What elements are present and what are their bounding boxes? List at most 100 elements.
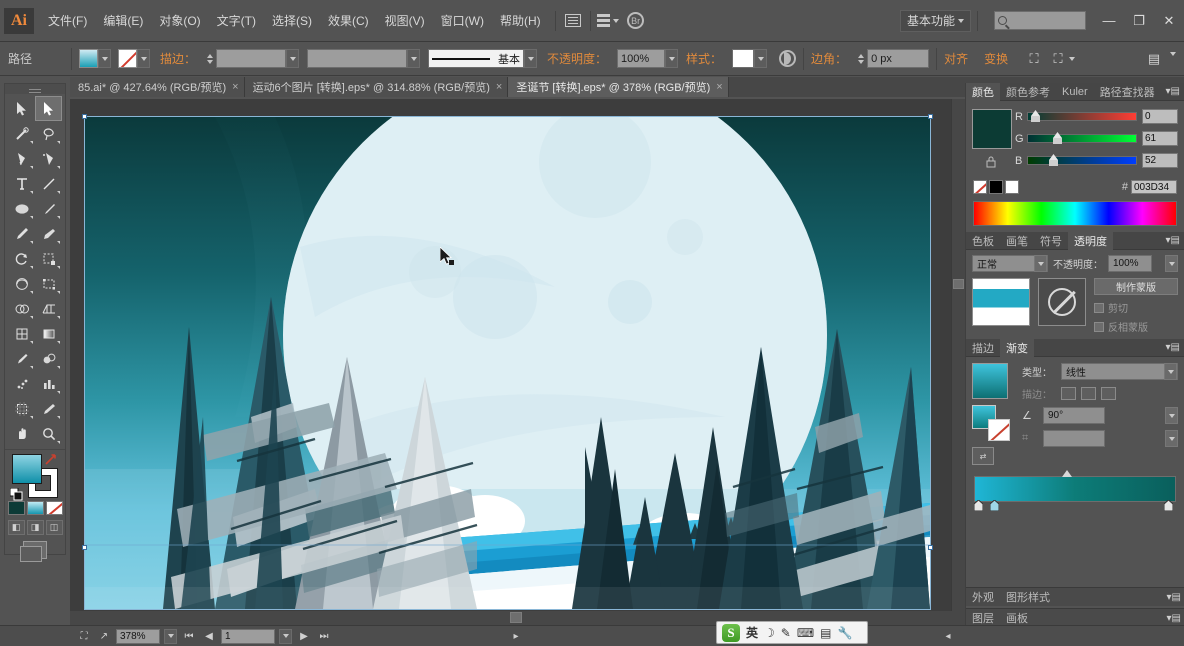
appearance-panel-menu-icon[interactable]: ▾▤ bbox=[1167, 592, 1181, 603]
draw-behind-icon[interactable]: ◨ bbox=[26, 520, 44, 535]
ime-mode-toggle[interactable]: 英 bbox=[746, 624, 758, 641]
selection-tool[interactable] bbox=[8, 96, 35, 121]
blend-mode-dropdown-icon[interactable] bbox=[1034, 255, 1047, 272]
corner-field[interactable]: 0 px bbox=[867, 49, 930, 68]
tab-close-icon[interactable]: × bbox=[716, 81, 722, 93]
menu-window[interactable]: 窗口(W) bbox=[433, 8, 492, 33]
status-collapse-icon[interactable]: ◂ bbox=[940, 629, 956, 644]
gradient-type-dropdown-icon[interactable] bbox=[1164, 363, 1177, 380]
canvas-area[interactable] bbox=[70, 99, 954, 627]
hand-tool[interactable] bbox=[8, 421, 35, 446]
channel-value-r[interactable]: 0 bbox=[1142, 109, 1178, 124]
tab-appearance[interactable]: 外观 bbox=[966, 588, 1000, 606]
transparency-opacity-dropdown-icon[interactable] bbox=[1165, 255, 1178, 272]
ellipse-tool[interactable] bbox=[8, 196, 35, 221]
draw-normal-icon[interactable]: ◧ bbox=[7, 520, 25, 535]
gradient-aspect-dropdown-icon[interactable] bbox=[1165, 430, 1178, 447]
mask-dropdown-icon[interactable] bbox=[1069, 56, 1076, 61]
slice-tool[interactable] bbox=[35, 396, 62, 421]
direct-selection-tool[interactable] bbox=[35, 96, 62, 121]
slider-track-g[interactable] bbox=[1027, 132, 1137, 144]
add-anchor-point-tool[interactable] bbox=[35, 146, 62, 171]
gradient-slider-bar[interactable] bbox=[974, 476, 1176, 502]
blob-brush-tool[interactable] bbox=[35, 221, 62, 246]
swatch-black[interactable] bbox=[989, 180, 1003, 194]
align-label[interactable]: 对齐 bbox=[944, 50, 968, 67]
opacity-field[interactable]: 100% bbox=[617, 49, 666, 68]
last-page-icon[interactable]: ⏭ bbox=[316, 629, 332, 644]
mesh-tool[interactable] bbox=[8, 321, 35, 346]
rotate-tool[interactable] bbox=[8, 246, 35, 271]
page-number-field[interactable]: 1 bbox=[221, 628, 275, 644]
page-dropdown-icon[interactable] bbox=[279, 628, 292, 644]
gradient-tool[interactable] bbox=[35, 321, 62, 346]
opacity-mask-icon[interactable] bbox=[779, 50, 797, 67]
hidden-chars-icon[interactable]: ▤ bbox=[1146, 51, 1162, 66]
wrench-icon[interactable]: 🔧 bbox=[838, 626, 853, 640]
color-mode-none-icon[interactable] bbox=[45, 501, 63, 515]
stroke-profile-control[interactable]: 基本 bbox=[428, 49, 525, 68]
tab-swatches[interactable]: 色板 bbox=[966, 232, 1000, 250]
fit-artboard-icon[interactable]: ⛶ bbox=[76, 629, 92, 644]
swatch-none-icon[interactable] bbox=[973, 180, 987, 194]
workspace-switcher[interactable]: 基本功能 bbox=[899, 9, 971, 32]
document-tab-2[interactable]: 运动6个图片 [转换].eps* @ 314.88% (RGB/预览) × bbox=[244, 77, 509, 97]
tab-gradient[interactable]: 渐变 bbox=[1000, 338, 1034, 357]
document-tab-1[interactable]: 85.ai* @ 427.64% (RGB/预览) × bbox=[70, 77, 245, 97]
tab-kuler[interactable]: Kuler bbox=[1056, 83, 1094, 101]
moon-icon[interactable]: ☽ bbox=[764, 626, 775, 640]
swap-fill-stroke-icon[interactable] bbox=[43, 452, 59, 468]
gradient-stop-end[interactable] bbox=[1164, 500, 1173, 511]
status-expand-icon[interactable]: ▸ bbox=[508, 629, 524, 644]
tab-pathfinder[interactable]: 路径查找器 bbox=[1094, 83, 1161, 101]
stroke-weight-stepper[interactable] bbox=[206, 49, 214, 68]
keyboard-icon[interactable]: ⌨ bbox=[797, 626, 814, 640]
fill-swatch[interactable] bbox=[79, 49, 98, 68]
corner-stepper[interactable] bbox=[857, 49, 865, 68]
stroke-swatch[interactable] bbox=[118, 49, 137, 68]
mask-thumbnail[interactable] bbox=[1038, 278, 1086, 326]
gradient-midpoint-icon[interactable] bbox=[1062, 470, 1072, 477]
perspective-grid-tool[interactable] bbox=[35, 296, 62, 321]
line-segment-tool[interactable] bbox=[35, 171, 62, 196]
ime-toolbar[interactable]: S 英 ☽ ✎ ⌨ ▤ 🔧 bbox=[716, 621, 868, 644]
draw-inside-icon[interactable]: ◫ bbox=[45, 520, 63, 535]
transparency-panel-menu-icon[interactable]: ▾▤ bbox=[1166, 235, 1180, 246]
document-tab-3[interactable]: 圣诞节 [转换].eps* @ 378% (RGB/预览) × bbox=[508, 77, 729, 97]
object-thumbnail[interactable] bbox=[972, 278, 1030, 326]
blend-mode-select[interactable]: 正常 bbox=[972, 255, 1048, 272]
style-dropdown-icon[interactable] bbox=[754, 49, 768, 68]
tab-stroke[interactable]: 描边 bbox=[966, 339, 1000, 357]
transform-label[interactable]: 变换 bbox=[984, 50, 1008, 67]
search-input[interactable] bbox=[994, 11, 1086, 30]
gradient-aspect-field[interactable] bbox=[1043, 430, 1105, 447]
gradient-stop-start[interactable] bbox=[974, 500, 983, 511]
fill-color-control[interactable] bbox=[79, 49, 111, 68]
horizontal-scroll-thumb[interactable] bbox=[510, 612, 522, 623]
tools-panel-grip[interactable] bbox=[5, 84, 65, 94]
screen-mode-icon[interactable] bbox=[20, 541, 47, 562]
tab-transparency[interactable]: 透明度 bbox=[1068, 231, 1113, 250]
menu-object[interactable]: 对象(O) bbox=[151, 8, 208, 33]
zoom-dropdown-icon[interactable] bbox=[164, 628, 177, 644]
stroke-weight-field[interactable] bbox=[216, 49, 287, 68]
color-spectrum-bar[interactable] bbox=[973, 201, 1177, 226]
sogou-logo-icon[interactable]: S bbox=[722, 623, 740, 642]
menu-help[interactable]: 帮助(H) bbox=[492, 8, 549, 33]
make-mask-button[interactable]: 制作蒙版 bbox=[1094, 278, 1178, 295]
color-mode-gradient-icon[interactable] bbox=[26, 501, 44, 515]
gradient-panel-menu-icon[interactable]: ▾▤ bbox=[1166, 342, 1180, 353]
pen-tool[interactable] bbox=[8, 146, 35, 171]
shape-builder-tool[interactable] bbox=[8, 296, 35, 321]
artwork-illustration[interactable] bbox=[85, 117, 930, 609]
magic-wand-tool[interactable] bbox=[8, 121, 35, 146]
color-mode-color-icon[interactable] bbox=[7, 501, 25, 515]
transparency-opacity-field[interactable]: 100% bbox=[1108, 255, 1152, 272]
pen-icon[interactable]: ✎ bbox=[781, 626, 791, 640]
arrange-documents-icon[interactable] bbox=[596, 11, 619, 31]
clip-checkbox[interactable] bbox=[1094, 302, 1104, 313]
active-color-swatch[interactable] bbox=[972, 109, 1012, 149]
close-button[interactable]: ✕ bbox=[1154, 9, 1184, 33]
anchor-point-bl[interactable] bbox=[82, 545, 87, 550]
slider-thumb-r[interactable] bbox=[1031, 110, 1040, 123]
